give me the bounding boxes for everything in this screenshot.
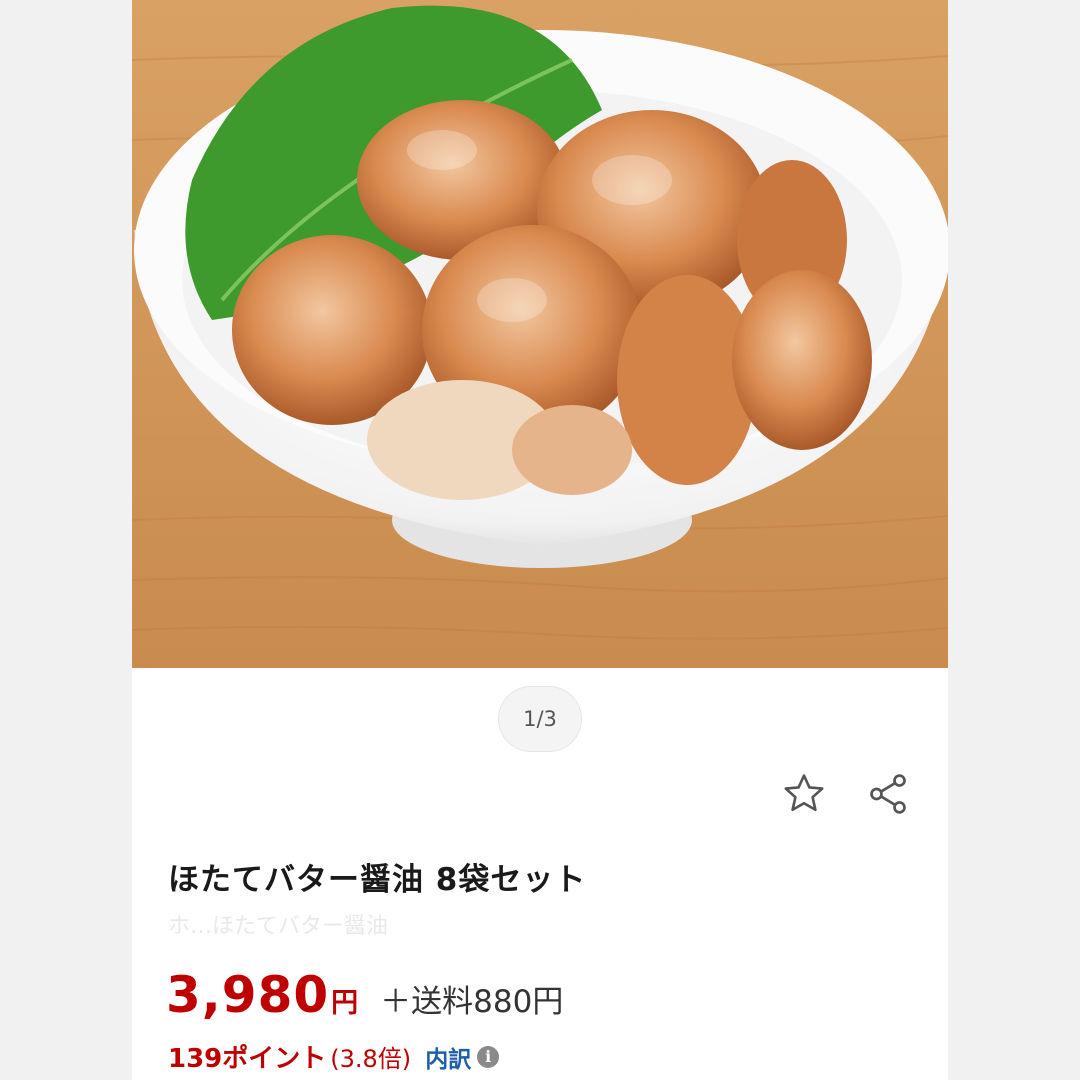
product-title: ほたてバター醤油 8袋セット — [168, 862, 587, 898]
price-row: 3,980 円 ＋送料880円 — [166, 966, 563, 1024]
star-outline-icon — [784, 774, 824, 812]
price-value: 3,980 — [166, 966, 330, 1024]
price-currency: 円 — [331, 988, 359, 1019]
points-value: 139ポイント — [168, 1044, 327, 1074]
shipping-fee: ＋送料880円 — [380, 984, 564, 1020]
share-button[interactable] — [862, 768, 914, 820]
info-icon[interactable]: i — [477, 1045, 500, 1068]
points-row: 139ポイント (3.8倍) 内訳 i — [168, 1038, 500, 1075]
favorite-button[interactable] — [778, 768, 830, 820]
right-margin — [948, 0, 1080, 1080]
points-multiplier: (3.8倍) — [330, 1045, 412, 1073]
left-margin — [0, 0, 132, 1080]
product-page: 1/3 ほたてバター醤油 8袋セット ホ…ほたてバター醤油 3,980 円 ＋送… — [132, 0, 948, 1080]
page-indicator-text: 1/3 — [523, 707, 557, 731]
gallery-page-indicator: 1/3 — [498, 686, 582, 752]
share-icon — [870, 774, 906, 814]
product-subtitle: ホ…ほたてバター醤油 — [168, 914, 389, 939]
breakdown-link[interactable]: 内訳 — [425, 1040, 471, 1074]
product-image[interactable] — [132, 0, 948, 668]
